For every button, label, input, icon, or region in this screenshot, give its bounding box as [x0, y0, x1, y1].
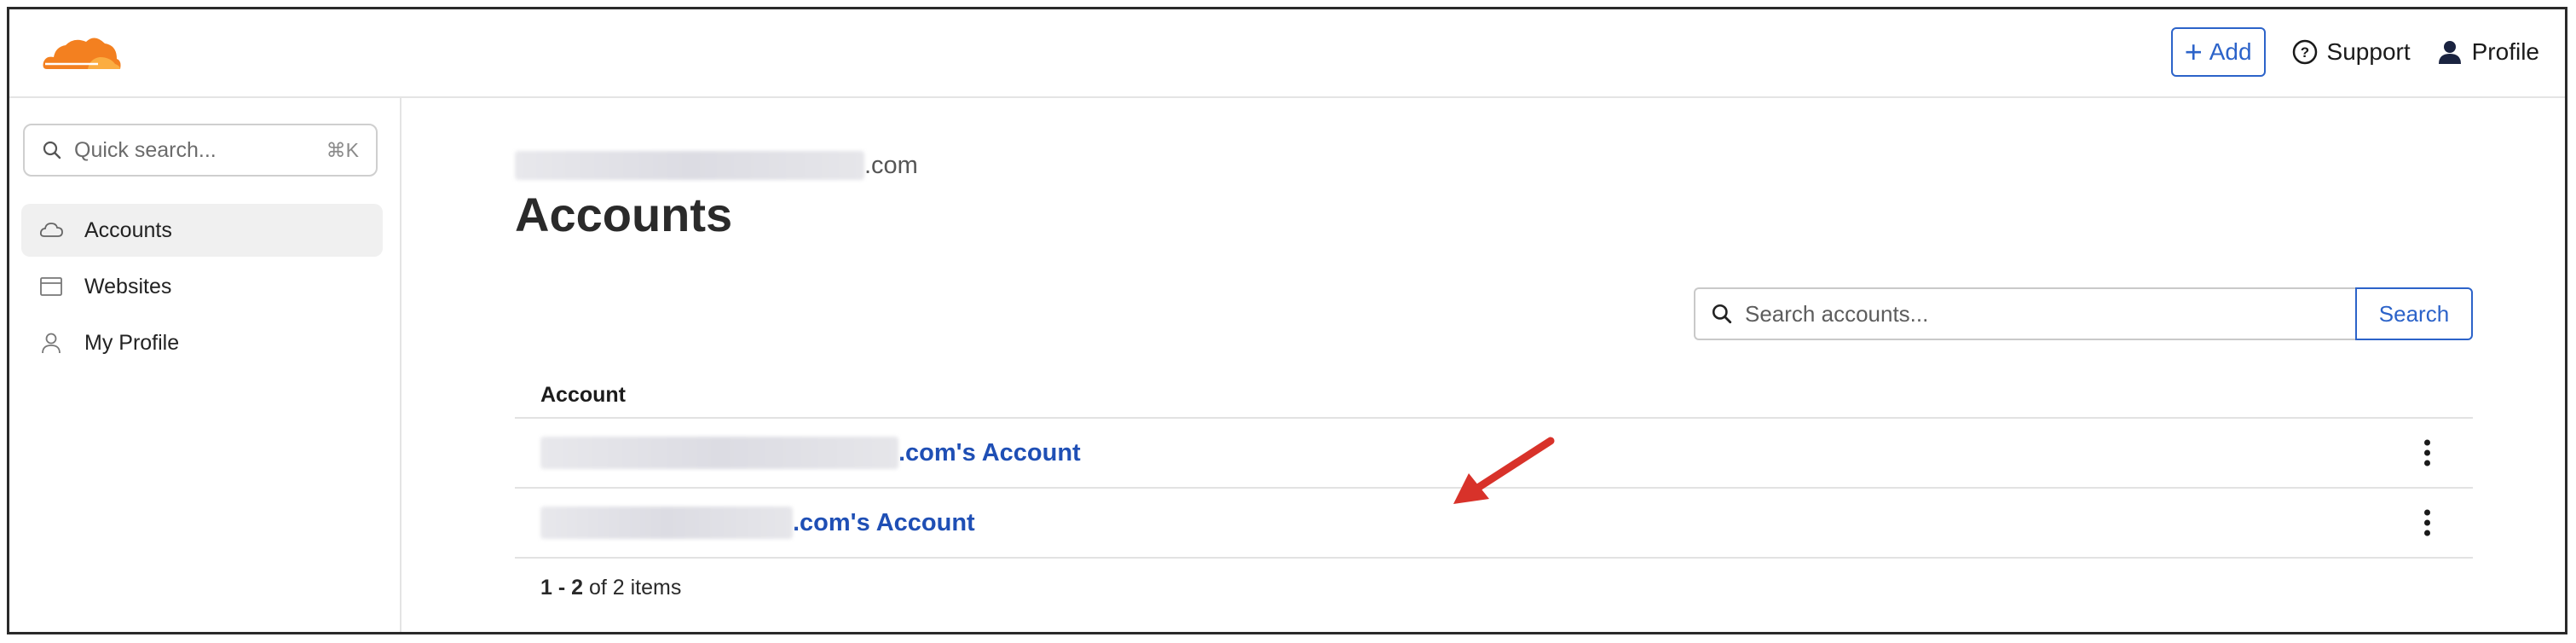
page-title: Accounts: [515, 188, 733, 241]
account-name-suffix: .com's Account: [898, 438, 1081, 466]
browser-window-icon: [40, 277, 62, 296]
pagination-summary: 1 - 2 of 2 items: [540, 576, 681, 600]
search-icon: [43, 141, 61, 159]
sidebar-item-accounts[interactable]: Accounts: [21, 204, 383, 257]
top-header: + Add ? Support Profile: [9, 9, 2565, 98]
sidebar-item-websites[interactable]: Websites: [21, 260, 383, 313]
svg-text:?: ?: [2300, 44, 2308, 61]
quick-search-input[interactable]: Quick search... ⌘K: [23, 124, 378, 177]
header-actions: + Add ? Support Profile: [2170, 26, 2539, 78]
account-link[interactable]: .com's Account: [540, 507, 975, 539]
sidebar-item-label: Accounts: [84, 217, 172, 242]
main-content: .com Accounts Search accounts... Search …: [401, 98, 2565, 632]
account-name-suffix: .com's Account: [793, 508, 975, 536]
pagination-range: 1 - 2: [540, 576, 584, 600]
support-label: Support: [2326, 38, 2411, 65]
cloud-icon: [39, 223, 63, 237]
person-icon: [42, 333, 61, 354]
person-icon: [2438, 41, 2461, 64]
support-link[interactable]: ? Support: [2291, 38, 2411, 66]
quick-search-placeholder: Quick search...: [74, 137, 217, 162]
add-button[interactable]: + Add: [2170, 27, 2266, 77]
account-link[interactable]: .com's Account: [540, 437, 1081, 469]
help-circle-icon: ?: [2292, 39, 2317, 65]
column-header-account: Account: [515, 373, 2473, 419]
row-menu-icon[interactable]: [2418, 439, 2435, 466]
search-button[interactable]: Search: [2355, 287, 2473, 340]
pagination-total: of 2 items: [588, 576, 682, 600]
plus-icon: +: [2184, 34, 2203, 69]
search-accounts-input[interactable]: Search accounts...: [1694, 287, 2355, 340]
keyboard-shortcut: ⌘K: [326, 138, 359, 161]
search-accounts-placeholder: Search accounts...: [1745, 300, 1929, 327]
sidebar-item-my-profile[interactable]: My Profile: [21, 316, 383, 369]
sidebar: Quick search... ⌘K Accounts Websites My …: [9, 98, 401, 632]
email-suffix: .com: [864, 151, 918, 179]
sidebar-item-label: My Profile: [84, 330, 180, 355]
sidebar-item-label: Websites: [84, 274, 172, 298]
sidebar-nav: Accounts Websites My Profile: [21, 204, 383, 373]
profile-label: Profile: [2471, 38, 2539, 65]
annotation-arrow-icon: [1453, 437, 1555, 504]
user-email: .com: [515, 151, 918, 180]
redacted-account-name: [540, 437, 898, 469]
profile-link[interactable]: Profile: [2436, 38, 2539, 66]
redacted-account-name: [540, 507, 793, 539]
search-icon: [1712, 304, 1732, 324]
redacted-email: [515, 151, 864, 180]
app-window: + Add ? Support Profile Quick search... …: [7, 7, 2567, 634]
account-search: Search accounts... Search: [1694, 287, 2473, 340]
cloudflare-logo[interactable]: [38, 32, 124, 76]
row-menu-icon[interactable]: [2418, 509, 2435, 536]
add-button-label: Add: [2209, 38, 2252, 65]
